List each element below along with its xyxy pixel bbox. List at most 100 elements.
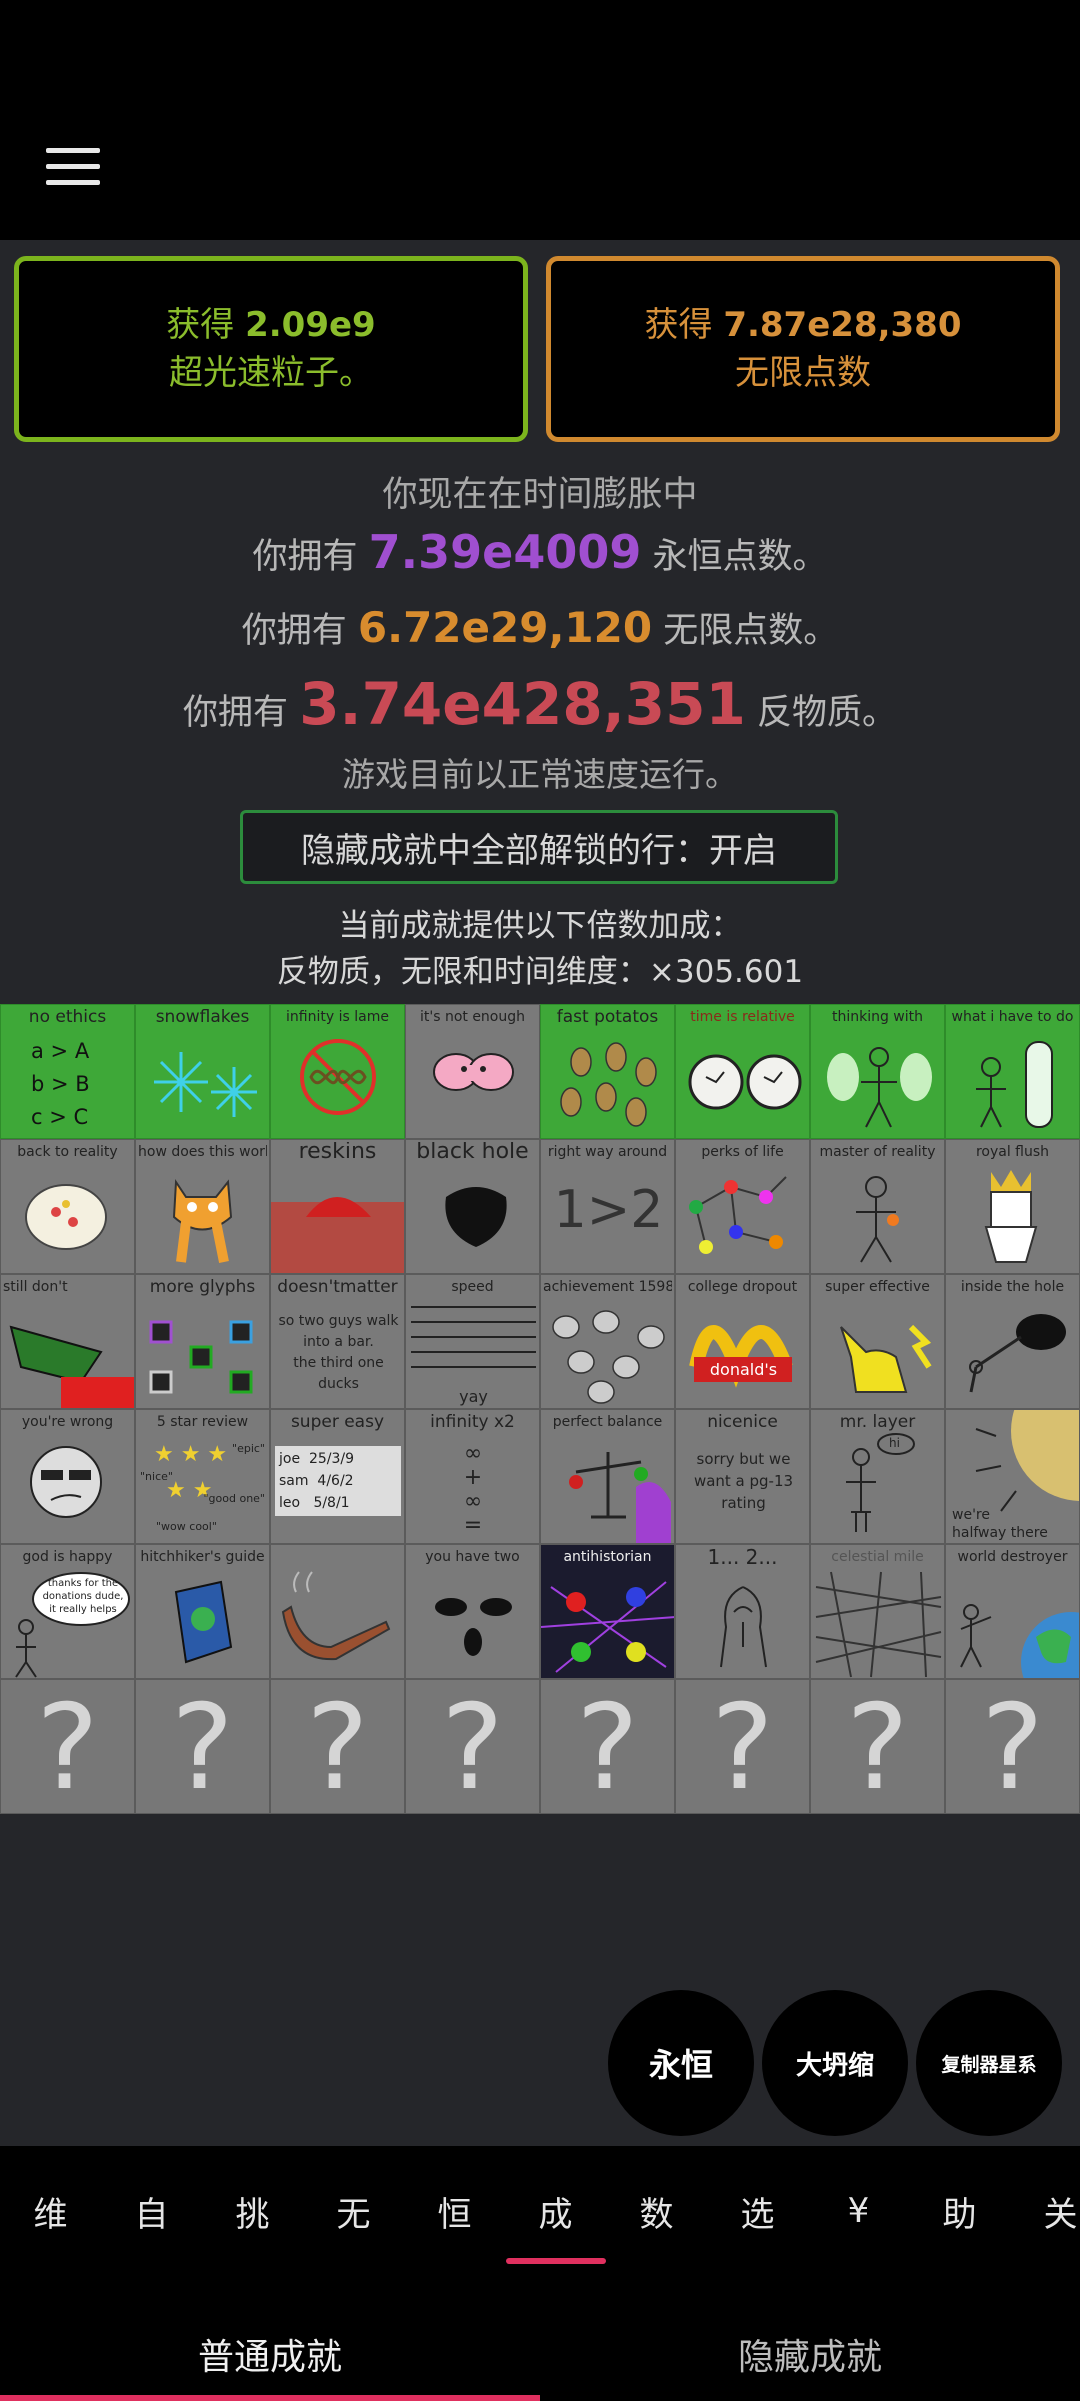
multiplier-text: 当前成就提供以下倍数加成： bbox=[338, 908, 742, 944]
tab-help[interactable]: 助 bbox=[909, 2146, 1010, 2276]
achievement-snowflakes[interactable]: snowflakes bbox=[135, 1004, 270, 1139]
question-mark-icon: ? bbox=[981, 1679, 1044, 1814]
tab-shop[interactable]: ¥ bbox=[808, 2146, 909, 2276]
achievement-title: nicenice bbox=[707, 1412, 778, 1432]
infinity-gain-amount-line: 获得 7.87e28,380 bbox=[644, 305, 962, 345]
locked-achievement[interactable]: ? bbox=[540, 1679, 675, 1814]
achievement-5-star-review[interactable]: 5 star review ★ ★ ★ ★ ★ "epic" "nice" "g… bbox=[135, 1409, 270, 1544]
antimatter-line: 你拥有 3.74e428,351 反物质。 bbox=[183, 670, 897, 738]
achievement-subtabs: 普通成就 隐藏成就 bbox=[0, 2306, 1080, 2401]
review-quote: "wow cool" bbox=[156, 1520, 217, 1533]
locked-achievement[interactable]: ? bbox=[405, 1679, 540, 1814]
achievement-one-two[interactable]: 1... 2... bbox=[675, 1544, 810, 1679]
question-mark-icon: ? bbox=[441, 1679, 504, 1814]
achievement-title: royal flush bbox=[975, 1144, 1050, 1160]
tab-about[interactable]: 关 bbox=[1010, 2146, 1080, 2276]
locked-achievement[interactable]: ? bbox=[675, 1679, 810, 1814]
locked-achievement[interactable]: ? bbox=[270, 1679, 405, 1814]
achievement-perfect-balance[interactable]: perfect balance bbox=[540, 1409, 675, 1544]
tab-dimensions[interactable]: 维 bbox=[0, 2146, 101, 2276]
tab-automation[interactable]: 自 bbox=[101, 2146, 202, 2276]
achievement-super-easy[interactable]: super easy joe 25/3/9 sam 4/6/2 leo 5/8/… bbox=[270, 1409, 405, 1544]
achievement-fast-potatos[interactable]: fast potatos bbox=[540, 1004, 675, 1139]
eternity-points-line: 你拥有 7.39e4009 永恒点数。 bbox=[252, 525, 828, 579]
plate-icon bbox=[25, 1184, 107, 1250]
score-table: joe 25/3/9 sam 4/6/2 leo 5/8/1 bbox=[275, 1446, 401, 1516]
achievement-halfway-there[interactable]: we're halfway there bbox=[945, 1409, 1080, 1544]
achievement-what-i-have-to-do[interactable]: what i have to do bbox=[945, 1004, 1080, 1139]
infinity-gain-button[interactable]: 获得 7.87e28,380 无限点数 bbox=[546, 256, 1060, 442]
big-crunch-button[interactable]: 大坍缩 bbox=[762, 1990, 908, 2136]
achievement-time-is-relative[interactable]: time is relative bbox=[675, 1004, 810, 1139]
achievement-youre-wrong[interactable]: you're wrong bbox=[0, 1409, 135, 1544]
achievement-college-dropout[interactable]: college dropout donald's bbox=[675, 1274, 810, 1409]
achievement-no-ethics[interactable]: no ethics a > Ab > Bc > C bbox=[0, 1004, 135, 1139]
hamburger-menu-icon[interactable] bbox=[46, 146, 100, 186]
achievement-world-destroyer[interactable]: world destroyer bbox=[945, 1544, 1080, 1679]
achievement-right-way-around[interactable]: right way around 1>2 bbox=[540, 1139, 675, 1274]
achievement-reskins[interactable]: reskins bbox=[270, 1139, 405, 1274]
hole-icon bbox=[969, 1314, 1066, 1393]
one-greater-two-text: 1>2 bbox=[553, 1180, 664, 1240]
locked-achievement[interactable]: ? bbox=[945, 1679, 1080, 1814]
achievement-super-effective[interactable]: super effective bbox=[810, 1274, 945, 1409]
achievement-antihistorian[interactable]: antihistorian bbox=[540, 1544, 675, 1679]
achievement-still-dont[interactable]: still don't bbox=[0, 1274, 135, 1409]
tab-options[interactable]: 选 bbox=[707, 2146, 808, 2276]
achievement-more-glyphs[interactable]: more glyphs bbox=[135, 1274, 270, 1409]
review-quote: "nice" bbox=[140, 1470, 173, 1483]
tab-secret-achievements[interactable]: 隐藏成就 bbox=[540, 2306, 1080, 2401]
donalds-text: donald's bbox=[709, 1360, 778, 1379]
replicanti-galaxy-button[interactable]: 复制器星系 bbox=[916, 1990, 1062, 2136]
achievement-how-does-this-work[interactable]: how does this work bbox=[135, 1139, 270, 1274]
achievement-infinity-is-lame[interactable]: infinity is lame bbox=[270, 1004, 405, 1139]
tab-challenges[interactable]: 挑 bbox=[202, 2146, 303, 2276]
question-mark-icon: ? bbox=[711, 1679, 774, 1814]
tab-achievements[interactable]: 成 bbox=[505, 2146, 606, 2276]
achievement-master-of-reality[interactable]: master of reality bbox=[810, 1139, 945, 1274]
achievement-god-is-happy[interactable]: god is happy thanks for the donations dud… bbox=[0, 1544, 135, 1679]
achievement-speed[interactable]: speed yay bbox=[405, 1274, 540, 1409]
achievement-doesnt-matter[interactable]: doesn'tmatter so two guys walk into a bar… bbox=[270, 1274, 405, 1409]
halfway-text: we're halfway there bbox=[952, 1507, 1048, 1541]
achievement-mr-layer[interactable]: mr. layer hi bbox=[810, 1409, 945, 1544]
achievement-title: thinking with bbox=[831, 1009, 924, 1025]
achievement-back-to-reality[interactable]: back to reality bbox=[0, 1139, 135, 1274]
stick-figure-icon bbox=[856, 1176, 899, 1263]
achievement-15983[interactable]: achievement 15983 bbox=[540, 1274, 675, 1409]
achievement-title: hitchhiker's guide bbox=[140, 1549, 265, 1565]
achievement-celestial-mile[interactable]: celestial mile bbox=[810, 1544, 945, 1679]
achievement-title: 5 star review bbox=[156, 1414, 249, 1430]
tab-infinity[interactable]: 无 bbox=[303, 2146, 404, 2276]
locked-achievement[interactable]: ? bbox=[810, 1679, 945, 1814]
cat-icon bbox=[172, 1178, 233, 1263]
achievement-infinity-x2[interactable]: infinity x2 ∞+∞= bbox=[405, 1409, 540, 1544]
tab-normal-achievements[interactable]: 普通成就 bbox=[0, 2306, 540, 2401]
tachyon-gain-button[interactable]: 获得 2.09e9 超光速粒子。 bbox=[14, 256, 528, 442]
tab-statistics[interactable]: 数 bbox=[606, 2146, 707, 2276]
glyph-icon bbox=[149, 1320, 253, 1394]
achievement-its-not-enough[interactable]: it's not enough bbox=[405, 1004, 540, 1139]
achievement-inside-the-hole[interactable]: inside the hole bbox=[945, 1274, 1080, 1409]
clock-icon bbox=[688, 1054, 802, 1110]
achievement-title: you have two bbox=[425, 1549, 520, 1565]
tab-eternity[interactable]: 恒 bbox=[404, 2146, 505, 2276]
achievement-royal-flush[interactable]: royal flush bbox=[945, 1139, 1080, 1274]
hide-completed-rows-toggle[interactable]: 隐藏成就中全部解锁的行：开启 bbox=[240, 810, 838, 884]
locked-achievement[interactable]: ? bbox=[135, 1679, 270, 1814]
achievement-you-have-two[interactable]: you have two bbox=[405, 1544, 540, 1679]
achievement-perks-of-life[interactable]: perks of life bbox=[675, 1139, 810, 1274]
achievement-hitchhikers-guide[interactable]: hitchhiker's guide bbox=[135, 1544, 270, 1679]
achievement-pipe[interactable] bbox=[270, 1544, 405, 1679]
achievement-title: still don't bbox=[3, 1279, 68, 1295]
eternity-button[interactable]: 永恒 bbox=[608, 1990, 754, 2136]
achievement-thinking-with[interactable]: thinking with bbox=[810, 1004, 945, 1139]
achievement-title: inside the hole bbox=[960, 1279, 1065, 1295]
achievement-title: infinity is lame bbox=[286, 1009, 389, 1025]
infinity-gain-unit: 无限点数 bbox=[735, 353, 871, 393]
achievement-black-hole[interactable]: black hole bbox=[405, 1139, 540, 1274]
achievement-title: more glyphs bbox=[149, 1277, 256, 1297]
locked-achievement[interactable]: ? bbox=[0, 1679, 135, 1814]
achievement-nicenice[interactable]: nicenice sorry but we want a pg-13 rating bbox=[675, 1409, 810, 1544]
hi-bubble-text: hi bbox=[889, 1436, 900, 1450]
